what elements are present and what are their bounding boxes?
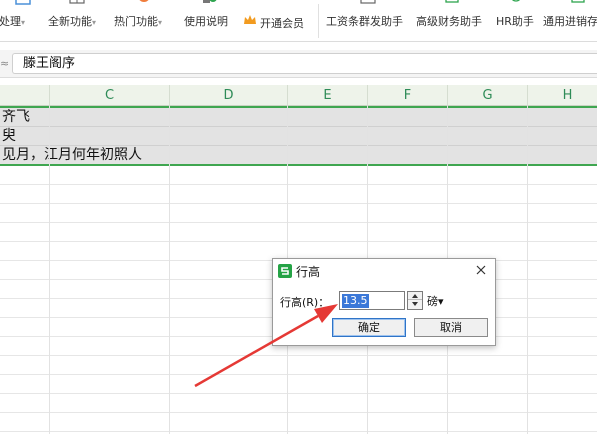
spin-down-icon[interactable] — [408, 300, 422, 309]
row-height-value: 13.5 — [342, 294, 369, 308]
wps-s-icon — [278, 264, 292, 278]
ribbon-item-payslip[interactable]: 工资条群发助手 — [326, 0, 410, 41]
process-icon — [15, 0, 31, 5]
ribbon-item-finance[interactable]: 高级财务助手 — [416, 0, 488, 41]
grid-icon — [69, 0, 85, 4]
gridline — [49, 106, 50, 434]
cell-text: 臾 — [2, 128, 16, 144]
ribbon-item-process[interactable]: 处理▾ — [0, 0, 46, 41]
unit-dropdown[interactable]: 磅▾ — [427, 293, 444, 309]
crown-icon — [244, 15, 256, 24]
ribbon-item-membership-label: 开通会员 — [260, 17, 304, 30]
table-row[interactable] — [0, 394, 597, 413]
ribbon-item-payslip-label: 工资条群发助手 — [326, 15, 403, 28]
cell-text: 见月，江月何年初照人 — [2, 147, 142, 163]
ribbon-item-instructions-label: 使用说明 — [184, 15, 228, 28]
row-height-input[interactable]: 13.5 — [339, 291, 405, 310]
ribbon-item-hr-label: HR助手 — [496, 15, 534, 28]
gridline — [169, 106, 170, 434]
ribbon-item-inventory[interactable]: 通用进销存 — [543, 0, 597, 41]
ribbon-item-new-features-label: 全新功能▾ — [48, 15, 97, 28]
column-header-h[interactable]: H — [528, 85, 597, 106]
table-row[interactable] — [0, 204, 597, 223]
row-height-label: 行高(R)： — [280, 296, 330, 309]
table-row[interactable] — [0, 185, 597, 204]
hr-icon — [512, 0, 520, 2]
inventory-icon — [571, 0, 585, 3]
payslip-icon — [360, 0, 376, 4]
ribbon-item-new-features[interactable]: 全新功能▾ — [48, 0, 106, 41]
cell-text: 齐飞 — [2, 109, 30, 125]
ribbon-item-process-label: 处理▾ — [0, 15, 26, 28]
close-icon[interactable] — [473, 262, 489, 278]
dialog-titlebar[interactable]: 行高 — [273, 259, 495, 283]
table-row[interactable]: 齐飞 — [0, 108, 597, 127]
formula-input[interactable]: 滕王阁序 — [12, 53, 597, 74]
table-row[interactable] — [0, 375, 597, 394]
fire-icon — [139, 0, 149, 2]
svg-text:≈: ≈ — [0, 57, 8, 70]
spin-up-icon[interactable] — [408, 292, 422, 300]
column-header-g[interactable]: G — [448, 85, 528, 106]
column-header-bar: C D E F G H — [0, 85, 597, 106]
row-height-dialog: 行高 行高(R)： 13.5 磅▾ 确定 取消 — [272, 258, 496, 346]
ribbon-item-membership[interactable]: 开通会员 — [243, 0, 309, 41]
info-icon — [203, 0, 217, 3]
ribbon-item-inventory-label: 通用进销存 — [543, 15, 597, 28]
ribbon-item-hr[interactable]: HR助手 — [496, 0, 536, 41]
table-row[interactable] — [0, 223, 597, 242]
dialog-title: 行高 — [296, 265, 321, 279]
formula-bar: ≈ 滕王阁序 — [0, 50, 597, 78]
table-row[interactable]: 臾 — [0, 127, 597, 146]
fx-icon: ≈ — [0, 57, 8, 70]
column-header-b[interactable] — [0, 85, 50, 106]
ribbon-item-finance-label: 高级财务助手 — [416, 15, 482, 28]
table-row[interactable] — [0, 166, 597, 185]
finance-icon — [445, 0, 459, 3]
row-height-stepper[interactable] — [407, 291, 423, 310]
column-header-d[interactable]: D — [170, 85, 288, 106]
ribbon-toolbar: 处理▾ 全新功能▾ 热门功能▾ 使用说明 开通会员 工资条群发助手 高级财务助手… — [0, 0, 597, 42]
gridline — [527, 106, 528, 434]
table-row[interactable]: 见月，江月何年初照人 — [0, 146, 597, 165]
column-header-e[interactable]: E — [288, 85, 368, 106]
table-row[interactable] — [0, 413, 597, 432]
ribbon-item-instructions[interactable]: 使用说明 — [184, 0, 234, 41]
ribbon-item-hot-features[interactable]: 热门功能▾ — [114, 0, 174, 41]
ok-button[interactable]: 确定 — [332, 318, 406, 337]
ribbon-item-hot-features-label: 热门功能▾ — [114, 15, 163, 28]
column-header-f[interactable]: F — [368, 85, 448, 106]
cancel-button[interactable]: 取消 — [414, 318, 488, 337]
table-row[interactable] — [0, 356, 597, 375]
column-header-c[interactable]: C — [50, 85, 170, 106]
ribbon-separator — [318, 4, 319, 38]
